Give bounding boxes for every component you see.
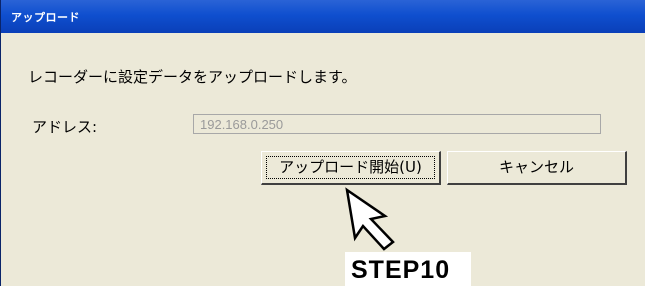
window-title: アップロード [11,11,80,24]
address-label: アドレス: [32,118,98,136]
step-label: STEP10 [351,256,451,284]
title-bar[interactable]: アップロード [1,0,645,33]
cancel-button[interactable]: キャンセル [447,151,627,185]
upload-message: レコーダーに設定データをアップロードします。 [28,68,357,86]
upload-dialog-window: アップロード レコーダーに設定データをアップロードします。 アドレス: 192.… [0,0,645,287]
start-upload-button-label: アップロード開始(U) [279,158,422,176]
cancel-button-label: キャンセル [498,158,574,176]
start-upload-button[interactable]: アップロード開始(U) [261,151,441,185]
address-value: 192.168.0.250 [200,117,284,132]
step-annotation: STEP10 [345,252,471,287]
address-field[interactable]: 192.168.0.250 [193,114,601,134]
arrow-pointer-icon [345,187,395,251]
